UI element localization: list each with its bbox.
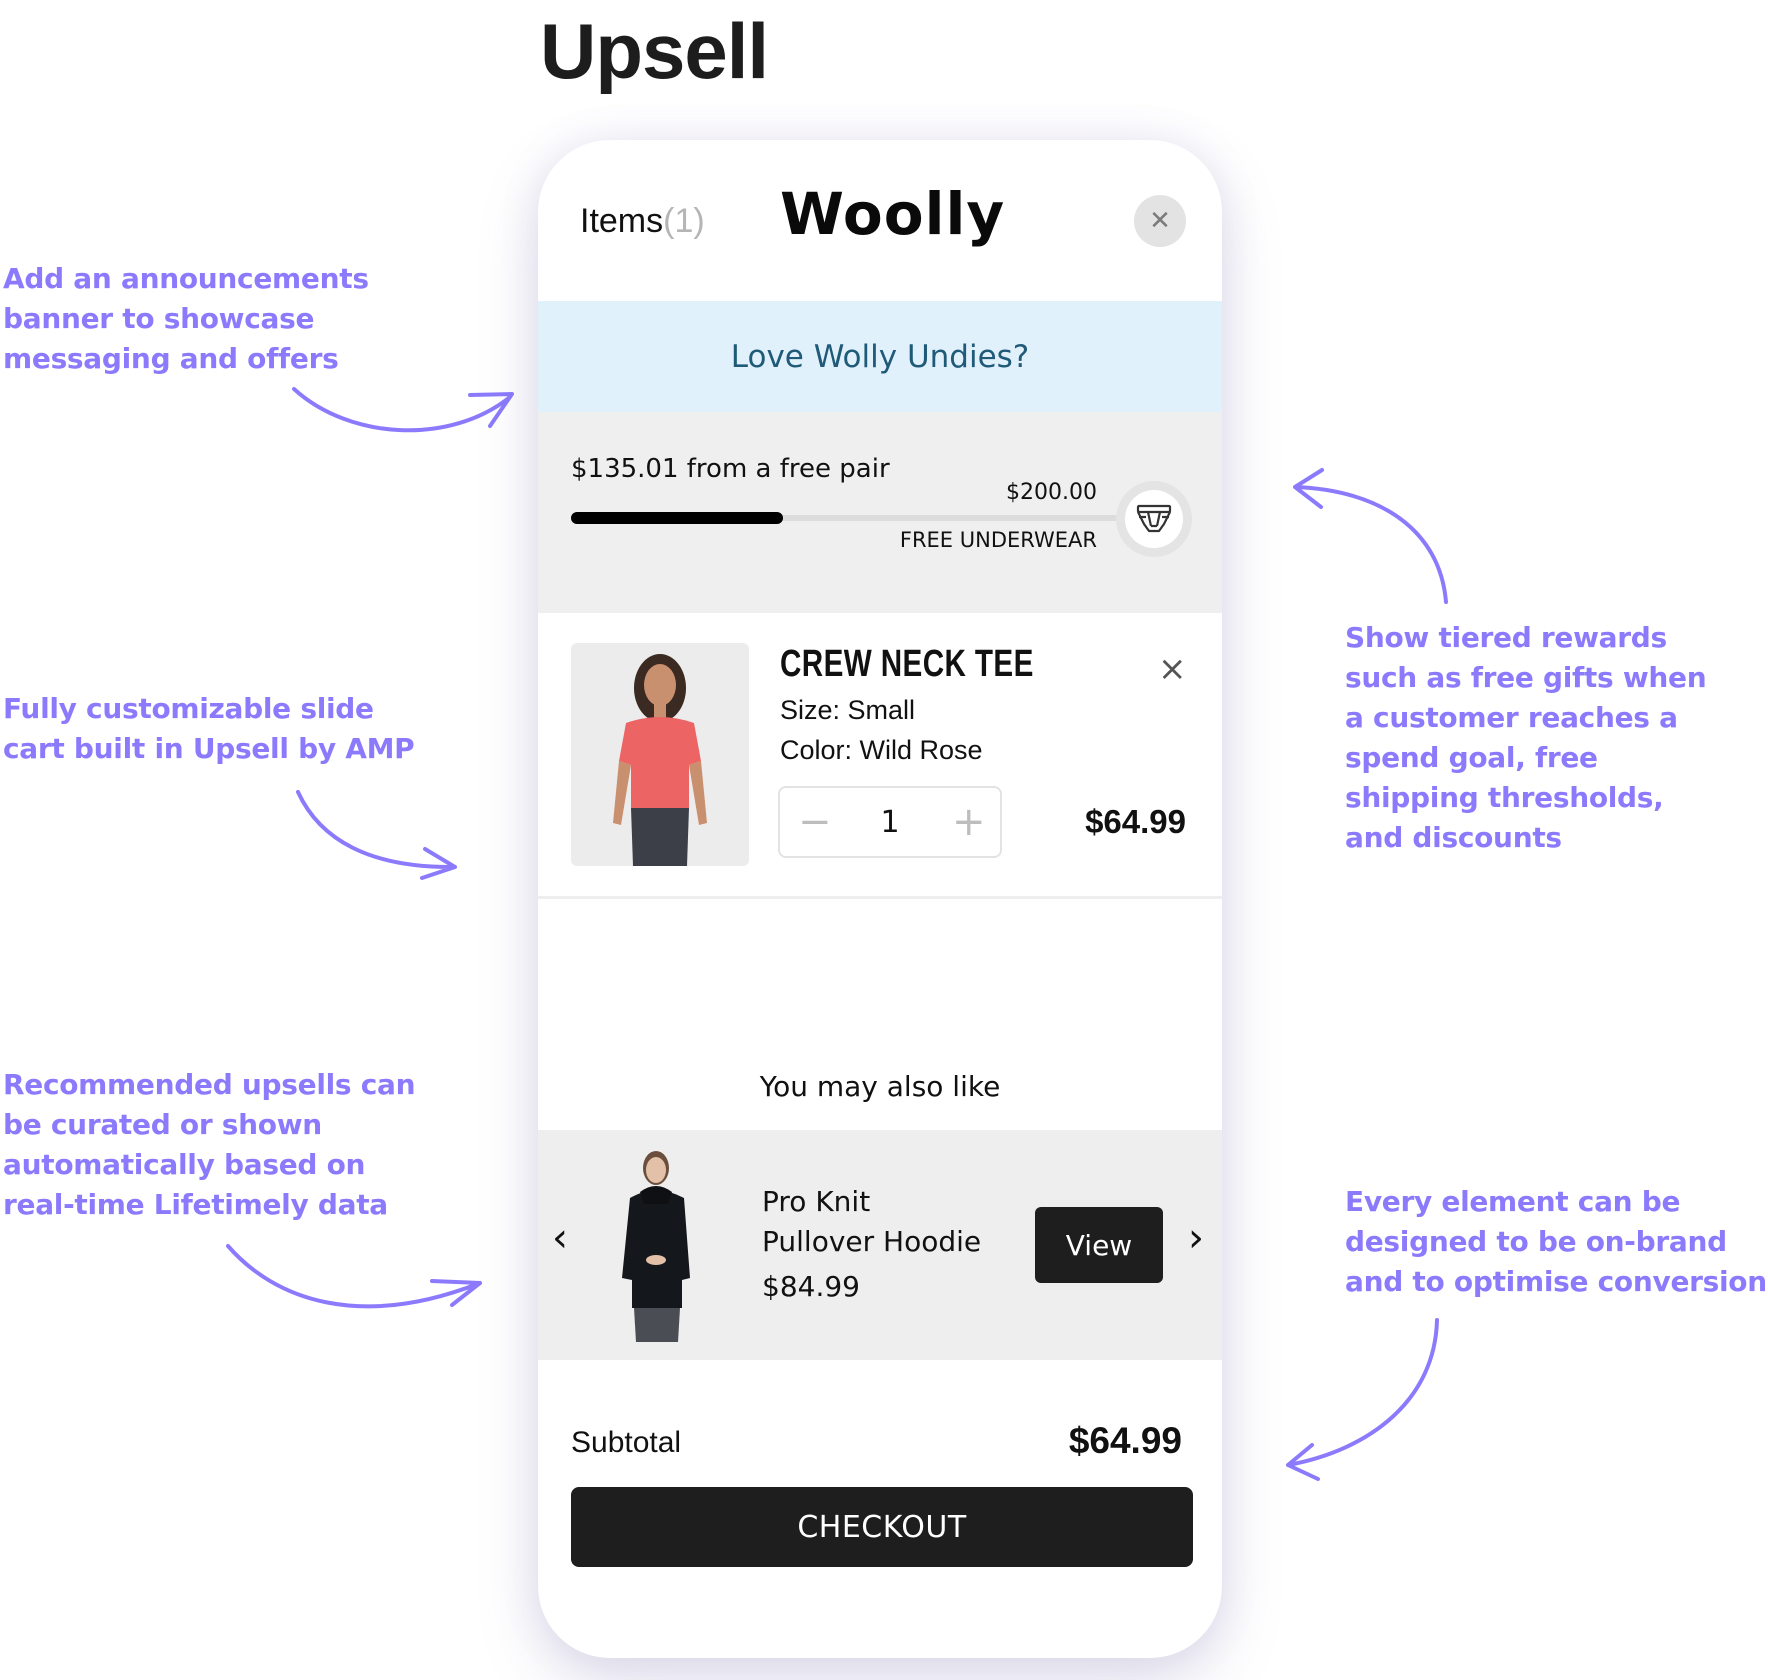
rewards-progress: $135.01 from a free pair $200.00 FREE UN… <box>538 412 1222 613</box>
quantity-value[interactable]: 1 <box>880 805 899 840</box>
chevron-right-icon[interactable]: › <box>1188 1218 1204 1258</box>
items-count: (1) <box>663 202 705 240</box>
announcement-text: Love Wolly Undies? <box>730 338 1030 375</box>
annotation-line: Add an announcements <box>3 262 369 295</box>
view-product-button[interactable]: View <box>1035 1207 1163 1283</box>
annotation-line: Show tiered rewards <box>1345 621 1667 654</box>
item-title: CREW NECK TEE <box>780 643 1034 685</box>
recommendation-price: $84.99 <box>762 1270 860 1303</box>
annotation-line: automatically based on <box>3 1148 366 1181</box>
page-title: Upsell <box>540 7 769 95</box>
cart-line-item: CREW NECK TEE Size: Small Color: Wild Ro… <box>538 613 1222 899</box>
annotation-upsells: Recommended upsells can be curated or sh… <box>3 1065 416 1225</box>
close-icon: × <box>1158 649 1187 689</box>
annotation-line: and to optimise conversion <box>1345 1265 1767 1298</box>
reward-badge <box>1116 481 1192 557</box>
arrow-slide-cart-icon <box>296 790 457 880</box>
annotation-line: messaging and offers <box>3 342 339 375</box>
items-count-label: Items(1) <box>580 202 705 241</box>
annotation-line: a customer reaches a <box>1345 701 1678 734</box>
recommendation-name: Pro Knit Pullover Hoodie <box>762 1182 981 1262</box>
annotation-line: spend goal, free <box>1345 741 1598 774</box>
item-price: $64.99 <box>1085 803 1186 840</box>
annotation-line: be curated or shown <box>3 1108 322 1141</box>
annotation-line: banner to showcase <box>3 302 315 335</box>
arrow-announcements-icon <box>292 387 514 433</box>
annotation-line: shipping thresholds, <box>1345 781 1664 814</box>
brand-logo: Woolly <box>780 180 1006 248</box>
arrow-on-brand-icon <box>1286 1318 1439 1481</box>
quantity-stepper: − 1 + <box>778 786 1002 858</box>
slide-cart: Items(1) Woolly ✕ Love Wolly Undies? $13… <box>538 140 1222 1658</box>
annotation-tiered-rewards: Show tiered rewards such as free gifts w… <box>1345 618 1707 858</box>
annotation-line: Every element can be <box>1345 1185 1681 1218</box>
annotation-line: Fully customizable slide <box>3 692 374 725</box>
annotation-line: and discounts <box>1345 821 1562 854</box>
recommendations-heading: You may also like <box>759 1070 1001 1103</box>
close-cart-button[interactable]: ✕ <box>1134 195 1186 247</box>
product-photo-crew-neck-tee <box>613 654 707 866</box>
annotation-line: real-time Lifetimely data <box>3 1188 388 1221</box>
annotation-on-brand: Every element can be designed to be on-b… <box>1345 1182 1767 1302</box>
reward-label: FREE UNDERWEAR <box>899 528 1097 552</box>
arrow-tiered-rewards-icon <box>1293 468 1448 604</box>
recommendation-carousel: ‹ Pro Knit Pullover Hoodie $84.99 View › <box>538 1130 1222 1360</box>
annotation-line: Recommended upsells can <box>3 1068 416 1101</box>
annotation-announcements: Add an announcements banner to showcase … <box>3 259 369 379</box>
progress-message: $135.01 from a free pair <box>571 454 890 484</box>
annotation-line: such as free gifts when <box>1345 661 1707 694</box>
announcement-banner: Love Wolly Undies? <box>538 301 1222 412</box>
subtotal-label: Subtotal <box>571 1426 682 1459</box>
annotation-slide-cart: Fully customizable slide cart built in U… <box>3 689 415 769</box>
underwear-icon <box>1136 504 1172 533</box>
item-color: Color: Wild Rose <box>780 735 983 765</box>
progress-goal-amount: $200.00 <box>1006 480 1097 505</box>
recommendation-name-line: Pro Knit <box>762 1185 871 1218</box>
annotation-line: designed to be on-brand <box>1345 1225 1727 1258</box>
remove-item-button[interactable]: × <box>1158 649 1187 689</box>
item-size: Size: Small <box>780 695 916 725</box>
recommendation-name-line: Pullover Hoodie <box>762 1225 982 1258</box>
progress-fill <box>571 512 783 524</box>
product-photo-hoodie <box>622 1151 690 1342</box>
increment-button[interactable]: + <box>952 802 986 842</box>
items-label: Items <box>580 202 664 240</box>
close-icon: ✕ <box>1149 206 1171 236</box>
subtotal-value: $64.99 <box>1068 1420 1182 1461</box>
cart-header: Items(1) Woolly ✕ <box>538 140 1222 301</box>
decrement-button[interactable]: − <box>798 802 832 842</box>
recommendation-image[interactable] <box>610 1148 710 1342</box>
product-image[interactable] <box>571 643 749 866</box>
checkout-button[interactable]: CHECKOUT <box>571 1487 1193 1567</box>
progress-track <box>571 512 1121 524</box>
annotation-line: cart built in Upsell by AMP <box>3 732 415 765</box>
arrow-upsells-icon <box>226 1244 482 1309</box>
chevron-left-icon[interactable]: ‹ <box>552 1218 568 1258</box>
